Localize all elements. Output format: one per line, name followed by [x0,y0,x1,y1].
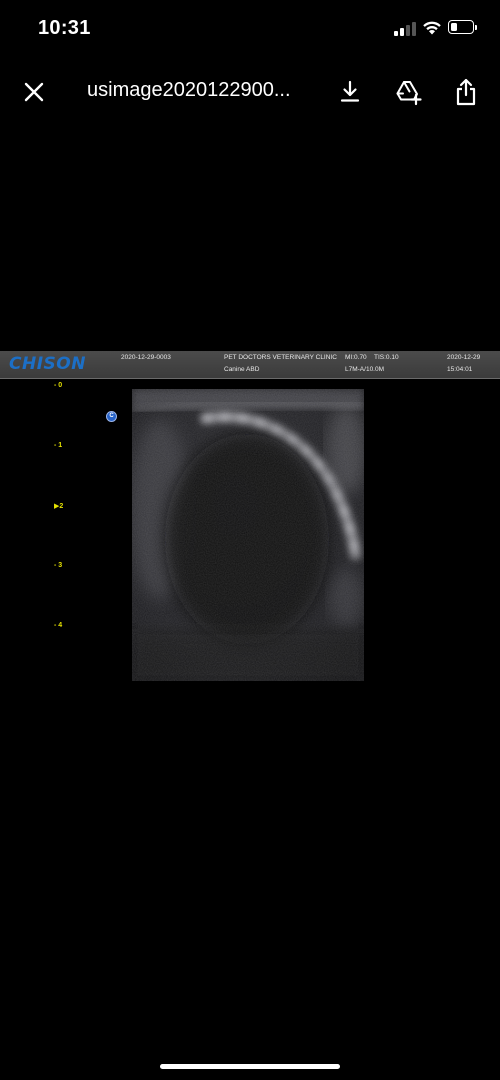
share-button[interactable] [450,76,482,108]
exam-date: 2020-12-29 [447,354,481,361]
device-brand-logo: CHISON [9,354,86,374]
depth-mark-0: - 0 [54,382,63,389]
ultrasound-scan-area [132,389,364,681]
exam-type: Canine ABD [224,366,260,373]
status-bar: 10:31 [0,0,500,60]
probe-frequency: L7M-A/10.0M [345,366,385,373]
battery-icon [448,20,477,34]
orientation-marker: C [106,411,117,422]
depth-scale: - 0 - 1 ▶2 - 3 - 4 [0,378,90,678]
cellular-signal-icon [394,22,418,36]
depth-mark-1: - 1 [54,442,63,449]
file-name-title: usimage2020122900... [87,79,291,101]
home-indicator[interactable] [160,1064,340,1069]
add-to-drive-button[interactable] [392,76,424,108]
ultrasound-scan-graphic [132,389,364,681]
depth-mark-3: - 3 [54,562,63,569]
thermal-index: TIS:0.10 [374,354,399,361]
wifi-icon [423,21,441,35]
clinic-name: PET DOCTORS VETERINARY CLINIC [224,354,337,361]
download-icon [340,80,360,102]
drive-add-icon [396,81,422,106]
share-icon [456,78,476,106]
exam-id: 2020-12-29-0003 [121,354,171,361]
mechanical-index: MI:0.70 [345,354,367,361]
ultrasound-image: CHISON 2020-12-29-0003 PET DOCTORS VETER… [0,351,500,681]
close-icon [24,82,44,102]
exam-time: 15:04:01 [447,366,473,373]
download-button[interactable] [334,76,366,108]
close-button[interactable] [18,76,50,108]
status-time: 10:31 [38,17,91,39]
depth-mark-2-focus: ▶2 [54,503,64,510]
photo-viewer-screen: 10:31 usimage2020122900... CHISON 2020-1… [0,0,500,1080]
depth-mark-4: - 4 [54,622,63,629]
top-nav-bar: usimage2020122900... [0,68,500,118]
ultrasound-header: CHISON 2020-12-29-0003 PET DOCTORS VETER… [0,351,500,379]
